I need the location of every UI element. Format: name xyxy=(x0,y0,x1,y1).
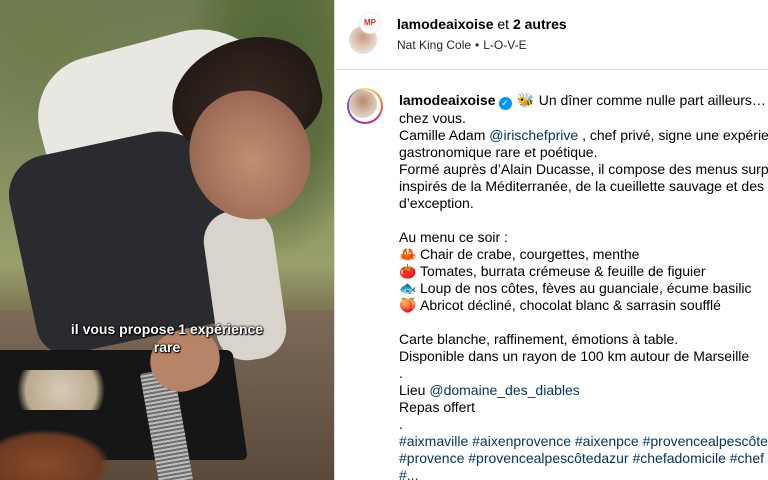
post-panel: MP lamodeaixoise et 2 autres Nat King Co… xyxy=(334,0,768,480)
caption-repas: Repas offert xyxy=(399,399,476,415)
author-username[interactable]: lamodeaixoise xyxy=(397,16,494,32)
caption-line-2: chez vous. xyxy=(399,110,466,126)
hashtags-line[interactable]: #... xyxy=(399,467,768,480)
caption-line-1: Un dîner comme nulle part ailleurs… mais xyxy=(538,92,768,108)
post-caption: lamodeaixoise ✓ 🐝 Un dîner comme nulle pa… xyxy=(334,70,768,480)
menu-item: 🦀 Chair de crabe, courgettes, menthe xyxy=(399,246,768,263)
reel-video[interactable]: il vous propose 1 expérience rare xyxy=(0,0,334,480)
chef-mention-link[interactable]: @irischefprive xyxy=(489,127,578,143)
video-caption: il vous propose 1 expérience rare xyxy=(70,321,264,355)
caption-line-5: Formé auprès d’Alain Ducasse, il compose… xyxy=(399,161,768,177)
menu-title: Au menu ce soir : xyxy=(399,229,508,245)
caption-dot: . xyxy=(399,365,403,381)
caption-line-6: inspirés de la Méditerranée, de la cueil… xyxy=(399,178,768,194)
collab-avatar-badge[interactable]: MP xyxy=(359,12,381,34)
menu-item: 🍑 Abricot décliné, chocolat blanc & sarra… xyxy=(399,297,768,314)
post-authors: lamodeaixoise et 2 autres xyxy=(397,16,567,32)
caption-avatar[interactable] xyxy=(347,88,383,124)
crab-icon: 🦀 xyxy=(399,246,417,262)
avatar-image xyxy=(349,90,377,118)
hashtags-line[interactable]: #aixmaville #aixenprovence #aixenpce #pr… xyxy=(399,433,768,450)
caption-dot: . xyxy=(399,416,403,432)
caption-dispo: Disponible dans un rayon de 100 km autou… xyxy=(399,348,750,364)
verified-badge-icon: ✓ xyxy=(498,97,512,110)
hashtags-line[interactable]: #provence #provencealpescôtedazur #chefa… xyxy=(399,450,768,467)
caption-emoji-bee: 🐝 xyxy=(517,92,535,108)
menu-item-text: Tomates, burrata crémeuse & feuille de f… xyxy=(420,263,706,279)
caption-carte: Carte blanche, raffinement, émotions à t… xyxy=(399,331,679,347)
caption-text: lamodeaixoise ✓ 🐝 Un dîner comme nulle pa… xyxy=(399,92,768,480)
caption-line-7: d’exception. xyxy=(399,195,474,211)
menu-item: 🐟 Loup de nos côtes, fèves au guanciale, … xyxy=(399,280,768,297)
music-artist: Nat King Cole xyxy=(397,38,472,52)
menu-item-text: Loup de nos côtes, fèves au guanciale, é… xyxy=(420,280,752,296)
menu-item-text: Abricot décliné, chocolat blanc & sarras… xyxy=(420,297,721,313)
peach-icon: 🍑 xyxy=(399,297,417,313)
fish-icon: 🐟 xyxy=(399,280,417,296)
authors-joiner: et xyxy=(497,16,510,32)
music-separator: • xyxy=(475,38,480,52)
menu-item: 🍅 Tomates, burrata crémeuse & feuille de … xyxy=(399,263,768,280)
music-title: L-O-V-E xyxy=(483,38,527,52)
tomato-icon: 🍅 xyxy=(399,263,417,279)
caption-line-3-post: , chef privé, signe une expérience xyxy=(582,127,768,143)
other-authors-link[interactable]: 2 autres xyxy=(513,16,567,32)
menu-item-text: Chair de crabe, courgettes, menthe xyxy=(420,246,640,262)
post-header: MP lamodeaixoise et 2 autres Nat King Co… xyxy=(334,0,768,70)
caption-username[interactable]: lamodeaixoise xyxy=(399,92,496,108)
crumbs xyxy=(6,370,116,410)
venue-mention-link[interactable]: @domaine_des_diables xyxy=(429,382,579,398)
caption-line-3-pre: Camille Adam xyxy=(399,127,486,143)
music-info[interactable]: Nat King Cole • L-O-V-E xyxy=(397,38,527,52)
lieu-label: Lieu xyxy=(399,382,426,398)
caption-line-4: gastronomique rare et poétique. xyxy=(399,144,598,160)
